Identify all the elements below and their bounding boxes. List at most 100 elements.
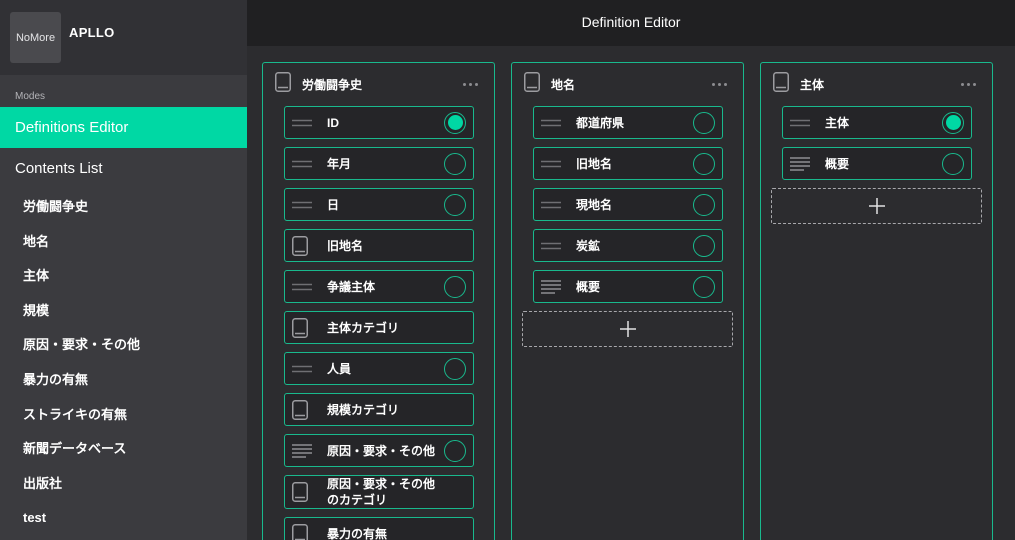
field-item[interactable]: 暴力の有無	[284, 517, 474, 540]
field-list: 主体 概要	[761, 106, 992, 224]
definition-column: 労働闘争史 ID 年月日旧地名争議主体主体カテゴリ人員規模カテゴリ原因・要求・その他…	[262, 62, 495, 540]
book-icon	[292, 523, 312, 540]
contents-item[interactable]: 主体	[0, 259, 247, 294]
plus-icon	[619, 321, 636, 337]
field-label: 都道府県	[576, 115, 625, 130]
display-field-radio[interactable]	[693, 152, 715, 175]
column-header: 地名	[512, 63, 743, 106]
display-field-radio[interactable]	[444, 275, 466, 298]
more-horizontal-icon[interactable]	[711, 79, 727, 91]
field-list: ID 年月日旧地名争議主体主体カテゴリ人員規模カテゴリ原因・要求・その他原因・要求…	[263, 106, 494, 540]
field-label: 主体	[825, 115, 850, 130]
contents-item[interactable]: 労働闘争史	[0, 190, 247, 225]
long-text-icon	[292, 443, 312, 458]
short-text-icon	[292, 160, 312, 168]
display-field-radio[interactable]	[444, 193, 466, 216]
more-horizontal-icon[interactable]	[462, 79, 478, 91]
contents-item[interactable]: 新聞データベース	[0, 432, 247, 467]
book-icon	[524, 72, 540, 97]
field-item[interactable]: 争議主体	[284, 270, 474, 303]
short-text-icon	[790, 119, 810, 127]
display-field-radio[interactable]	[693, 111, 715, 134]
field-item[interactable]: 年月	[284, 147, 474, 180]
field-label: 人員	[327, 361, 352, 376]
field-item[interactable]: 規模カテゴリ	[284, 393, 474, 426]
field-label: 原因・要求・その他のカテゴリ	[327, 477, 436, 507]
field-item[interactable]: ID	[284, 106, 474, 139]
field-item[interactable]: 旧地名	[284, 229, 474, 262]
field-label: 年月	[327, 156, 352, 171]
field-label: 日	[327, 197, 340, 212]
more-horizontal-icon[interactable]	[960, 79, 976, 91]
short-text-icon	[292, 283, 312, 291]
field-item[interactable]: 都道府県	[533, 106, 723, 139]
main-area: Definition Editor 労働闘争史 ID 年月日旧地名 争議主体 主体カテゴ…	[247, 0, 1015, 540]
display-field-radio[interactable]	[444, 357, 466, 380]
logo[interactable]: NoMore	[10, 12, 61, 63]
column-header: 労働闘争史	[263, 63, 494, 106]
long-text-icon	[541, 279, 561, 294]
contents-item[interactable]: 規模	[0, 294, 247, 329]
definitions-board: 労働闘争史 ID 年月日旧地名 争議主体 主体カテゴリ 人員 規模カテゴリ 原因・要求・その他…	[262, 62, 993, 540]
field-item[interactable]: 原因・要求・その他	[284, 434, 474, 467]
display-field-radio[interactable]	[693, 234, 715, 257]
short-text-icon	[541, 119, 561, 127]
column-title: 主体	[800, 78, 825, 92]
display-field-radio[interactable]	[444, 111, 466, 134]
field-item[interactable]: 主体	[782, 106, 972, 139]
display-field-radio[interactable]	[942, 152, 964, 175]
modes-heading: Modes	[15, 91, 46, 102]
field-label: 炭鉱	[576, 238, 601, 253]
field-label: 暴力の有無	[327, 526, 388, 540]
field-list: 都道府県旧地名現地名炭鉱概要	[512, 106, 743, 347]
short-text-icon	[541, 160, 561, 168]
field-label: 旧地名	[327, 238, 364, 253]
field-item[interactable]: 日	[284, 188, 474, 221]
display-field-radio[interactable]	[693, 193, 715, 216]
book-icon	[275, 72, 291, 97]
definition-column: 地名都道府県旧地名現地名炭鉱概要	[511, 62, 744, 540]
definition-column: 主体 主体 概要	[760, 62, 993, 540]
contents-list: 労働闘争史 地名 主体 規模 原因・要求・その他 暴力の有無 ストライキの有無 新聞データベー…	[0, 190, 247, 536]
field-label: 争議主体	[327, 279, 376, 294]
field-label: 概要	[825, 156, 850, 171]
field-item[interactable]: 炭鉱	[533, 229, 723, 262]
contents-item[interactable]: 出版社	[0, 467, 247, 502]
short-text-icon	[292, 365, 312, 373]
add-field-button[interactable]	[522, 311, 733, 347]
book-icon	[292, 482, 312, 502]
book-icon	[292, 235, 312, 256]
contents-item[interactable]: 原因・要求・その他	[0, 328, 247, 363]
long-text-icon	[790, 156, 810, 171]
sidebar-brand: NoMore APLLO	[0, 0, 247, 75]
page-title: Definition Editor	[247, 0, 1015, 46]
book-icon	[773, 72, 789, 97]
nav-contents-list[interactable]: Contents List	[0, 148, 247, 190]
field-item[interactable]: 主体カテゴリ	[284, 311, 474, 344]
display-field-radio[interactable]	[942, 111, 964, 134]
contents-item[interactable]: ストライキの有無	[0, 398, 247, 433]
nav-definitions-editor[interactable]: Definitions Editor	[0, 107, 247, 148]
field-item[interactable]: 概要	[533, 270, 723, 303]
field-item[interactable]: 旧地名	[533, 147, 723, 180]
contents-item[interactable]: 暴力の有無	[0, 363, 247, 398]
short-text-icon	[292, 119, 312, 127]
field-item[interactable]: 原因・要求・その他のカテゴリ	[284, 475, 474, 509]
display-field-radio[interactable]	[693, 275, 715, 298]
field-label: 原因・要求・その他	[327, 443, 436, 458]
contents-item[interactable]: 地名	[0, 225, 247, 260]
field-item[interactable]: 概要	[782, 147, 972, 180]
display-field-radio[interactable]	[444, 439, 466, 462]
sidebar: NoMore APLLO Modes Definitions Editor Co…	[0, 0, 247, 540]
column-title: 労働闘争史	[302, 78, 363, 92]
display-field-radio[interactable]	[444, 152, 466, 175]
field-label: ID	[327, 115, 339, 130]
column-title: 地名	[551, 78, 576, 92]
field-label: 規模カテゴリ	[327, 402, 400, 417]
add-field-button[interactable]	[771, 188, 982, 224]
field-label: 旧地名	[576, 156, 613, 171]
plus-icon	[868, 198, 885, 214]
field-item[interactable]: 人員	[284, 352, 474, 385]
contents-item[interactable]: test	[0, 501, 247, 536]
field-item[interactable]: 現地名	[533, 188, 723, 221]
